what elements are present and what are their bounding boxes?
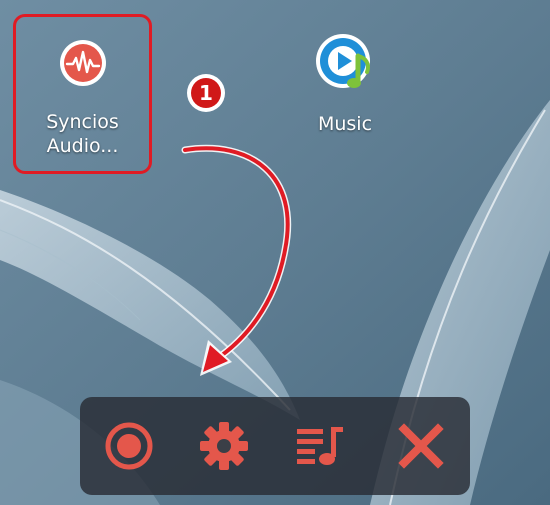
settings-button[interactable]	[196, 421, 252, 471]
close-icon	[398, 423, 444, 469]
playlist-button[interactable]	[293, 421, 349, 471]
recorder-toolbar	[80, 397, 470, 495]
record-icon	[105, 422, 153, 470]
close-button[interactable]	[393, 421, 449, 471]
gear-icon	[200, 422, 248, 470]
record-button[interactable]	[101, 421, 157, 471]
playlist-music-icon	[297, 427, 343, 465]
